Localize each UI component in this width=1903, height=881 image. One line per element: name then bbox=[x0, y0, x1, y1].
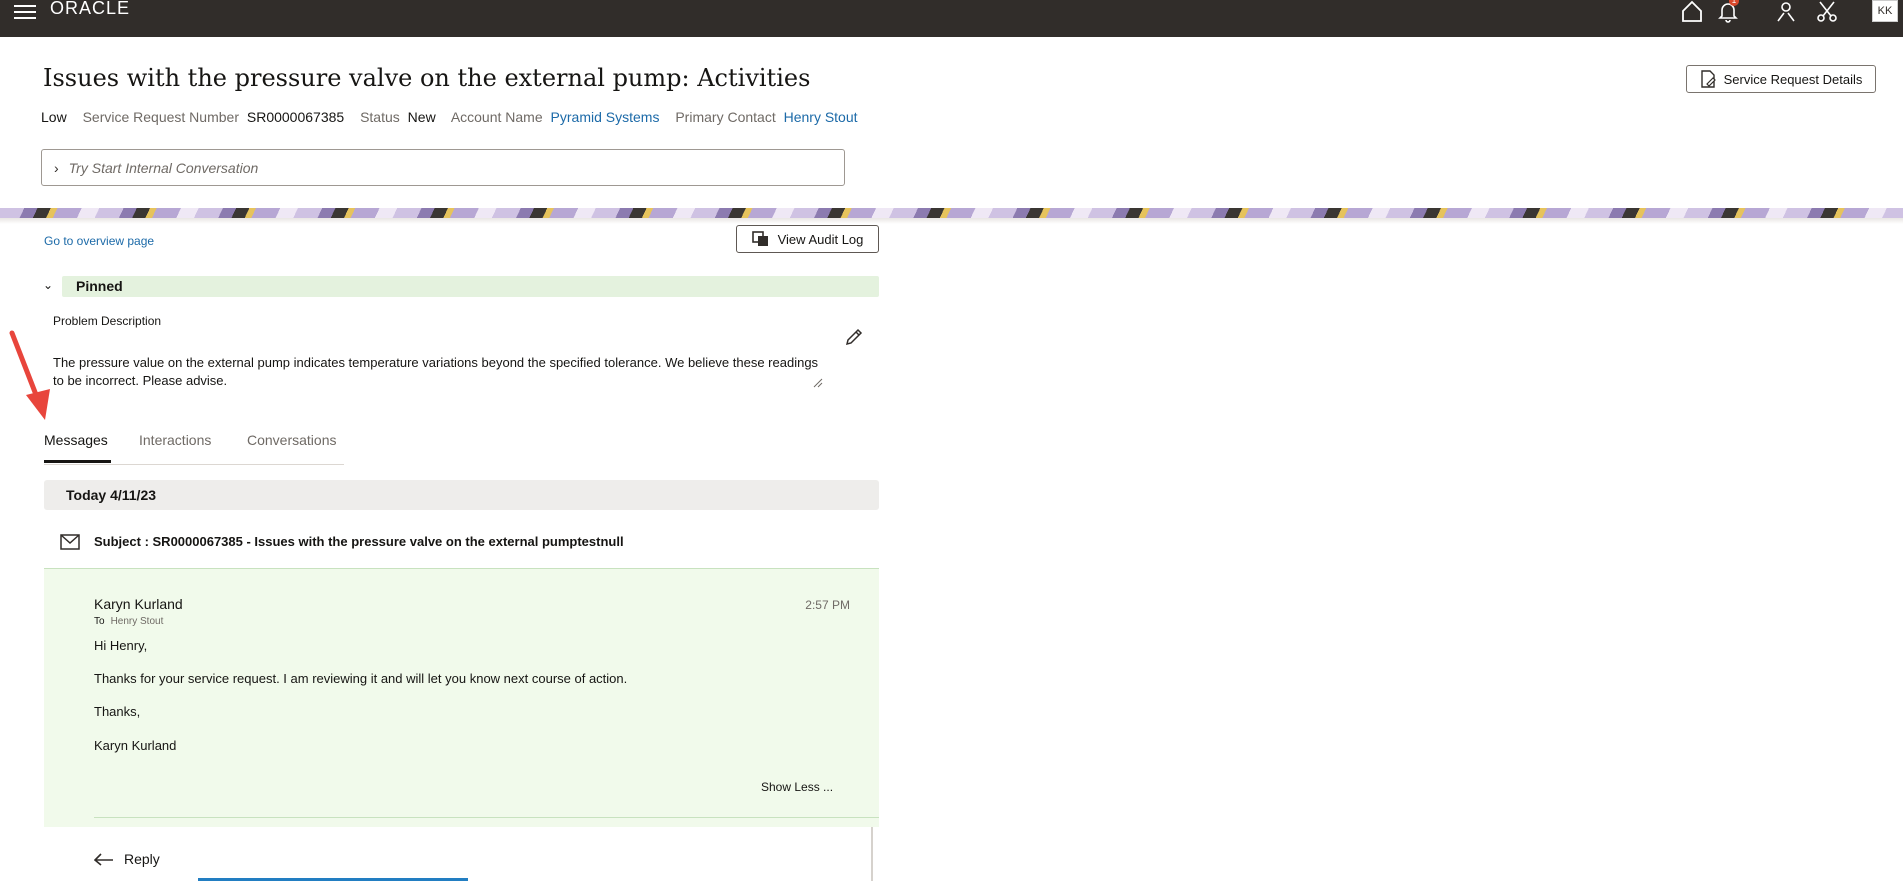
reply-label: Reply bbox=[124, 851, 160, 867]
resize-handle-icon[interactable] bbox=[813, 378, 823, 388]
to-label: To bbox=[94, 616, 105, 627]
primary-contact-link[interactable]: Henry Stout bbox=[784, 109, 858, 125]
tab-conversations[interactable]: Conversations bbox=[247, 432, 337, 448]
show-less-button[interactable]: Show Less ... bbox=[761, 780, 833, 794]
account-label: Account Name bbox=[450, 109, 543, 125]
annotation-arrow-icon bbox=[9, 330, 50, 420]
primary-contact-label: Primary Contact bbox=[675, 109, 776, 125]
notifications-button[interactable]: 1 bbox=[1716, 0, 1740, 24]
menu-icon[interactable] bbox=[14, 2, 36, 20]
home-icon[interactable] bbox=[1680, 0, 1704, 24]
go-to-overview-link[interactable]: Go to overview page bbox=[44, 234, 154, 248]
message-recipient: To Henry Stout bbox=[94, 616, 163, 627]
reply-arrow-icon bbox=[94, 853, 113, 866]
active-tab-indicator bbox=[44, 460, 111, 463]
reply-button[interactable]: Reply bbox=[94, 851, 160, 867]
audit-log-icon bbox=[751, 231, 768, 246]
message-divider bbox=[94, 817, 879, 818]
page-title: Issues with the pressure valve on the ex… bbox=[43, 64, 811, 92]
problem-description-label: Problem Description bbox=[53, 314, 162, 328]
message-closing: Thanks, bbox=[94, 704, 141, 719]
status-value: New bbox=[407, 109, 436, 125]
scissors-icon[interactable] bbox=[1815, 0, 1839, 24]
mail-icon bbox=[60, 534, 80, 550]
pinned-section-header: ⌄ Pinned bbox=[41, 276, 879, 297]
chevron-right-icon: › bbox=[54, 159, 59, 176]
account-link[interactable]: Pyramid Systems bbox=[551, 109, 660, 125]
decorative-banner bbox=[0, 208, 1903, 218]
user-tools-icon[interactable] bbox=[1774, 0, 1798, 24]
message-time: 2:57 PM bbox=[805, 598, 850, 612]
sr-number-value: SR0000067385 bbox=[246, 109, 345, 125]
priority-value: Low bbox=[41, 109, 67, 125]
recipient-name: Henry Stout bbox=[110, 616, 164, 627]
tab-messages[interactable]: Messages bbox=[44, 432, 108, 448]
status-label: Status bbox=[360, 109, 400, 125]
service-request-details-button[interactable]: Service Request Details bbox=[1686, 65, 1876, 93]
message-sender: Karyn Kurland bbox=[94, 596, 183, 612]
view-audit-log-label: View Audit Log bbox=[777, 231, 864, 247]
message-greeting: Hi Henry, bbox=[94, 638, 148, 653]
message-signature: Karyn Kurland bbox=[94, 738, 177, 753]
chevron-down-icon[interactable]: ⌄ bbox=[43, 278, 53, 292]
activity-tabs: Messages Interactions Conversations bbox=[44, 430, 344, 465]
avatar[interactable]: KK bbox=[1872, 0, 1898, 22]
pinned-label[interactable]: Pinned bbox=[62, 276, 879, 297]
service-request-details-label: Service Request Details bbox=[1723, 71, 1863, 87]
conversation-placeholder: Try Start Internal Conversation bbox=[68, 159, 259, 176]
tab-interactions[interactable]: Interactions bbox=[139, 432, 211, 448]
top-navigation-bar: ORACLE 1 KK bbox=[0, 0, 1903, 37]
date-group-header: Today 4/11/23 bbox=[44, 480, 879, 510]
sr-number-label: Service Request Number bbox=[82, 109, 239, 125]
service-request-meta: Low Service Request Number SR0000067385 … bbox=[41, 109, 870, 125]
message-card: Karyn Kurland 2:57 PM To Henry Stout Hi H… bbox=[44, 569, 879, 827]
document-edit-icon bbox=[1700, 70, 1716, 88]
internal-conversation-input[interactable]: › Try Start Internal Conversation bbox=[41, 149, 845, 186]
message-subject: Subject : SR0000067385 - Issues with the… bbox=[94, 534, 624, 549]
view-audit-log-button[interactable]: View Audit Log bbox=[736, 225, 879, 253]
reply-area: Reply bbox=[44, 827, 873, 881]
problem-description-text[interactable]: The pressure value on the external pump … bbox=[53, 354, 823, 390]
pencil-icon[interactable] bbox=[844, 327, 864, 347]
message-subject-row[interactable]: Subject : SR0000067385 - Issues with the… bbox=[44, 530, 879, 569]
banner-shadow bbox=[0, 218, 1903, 224]
message-body: Thanks for your service request. I am re… bbox=[94, 671, 628, 686]
oracle-logo[interactable]: ORACLE bbox=[50, 0, 130, 19]
